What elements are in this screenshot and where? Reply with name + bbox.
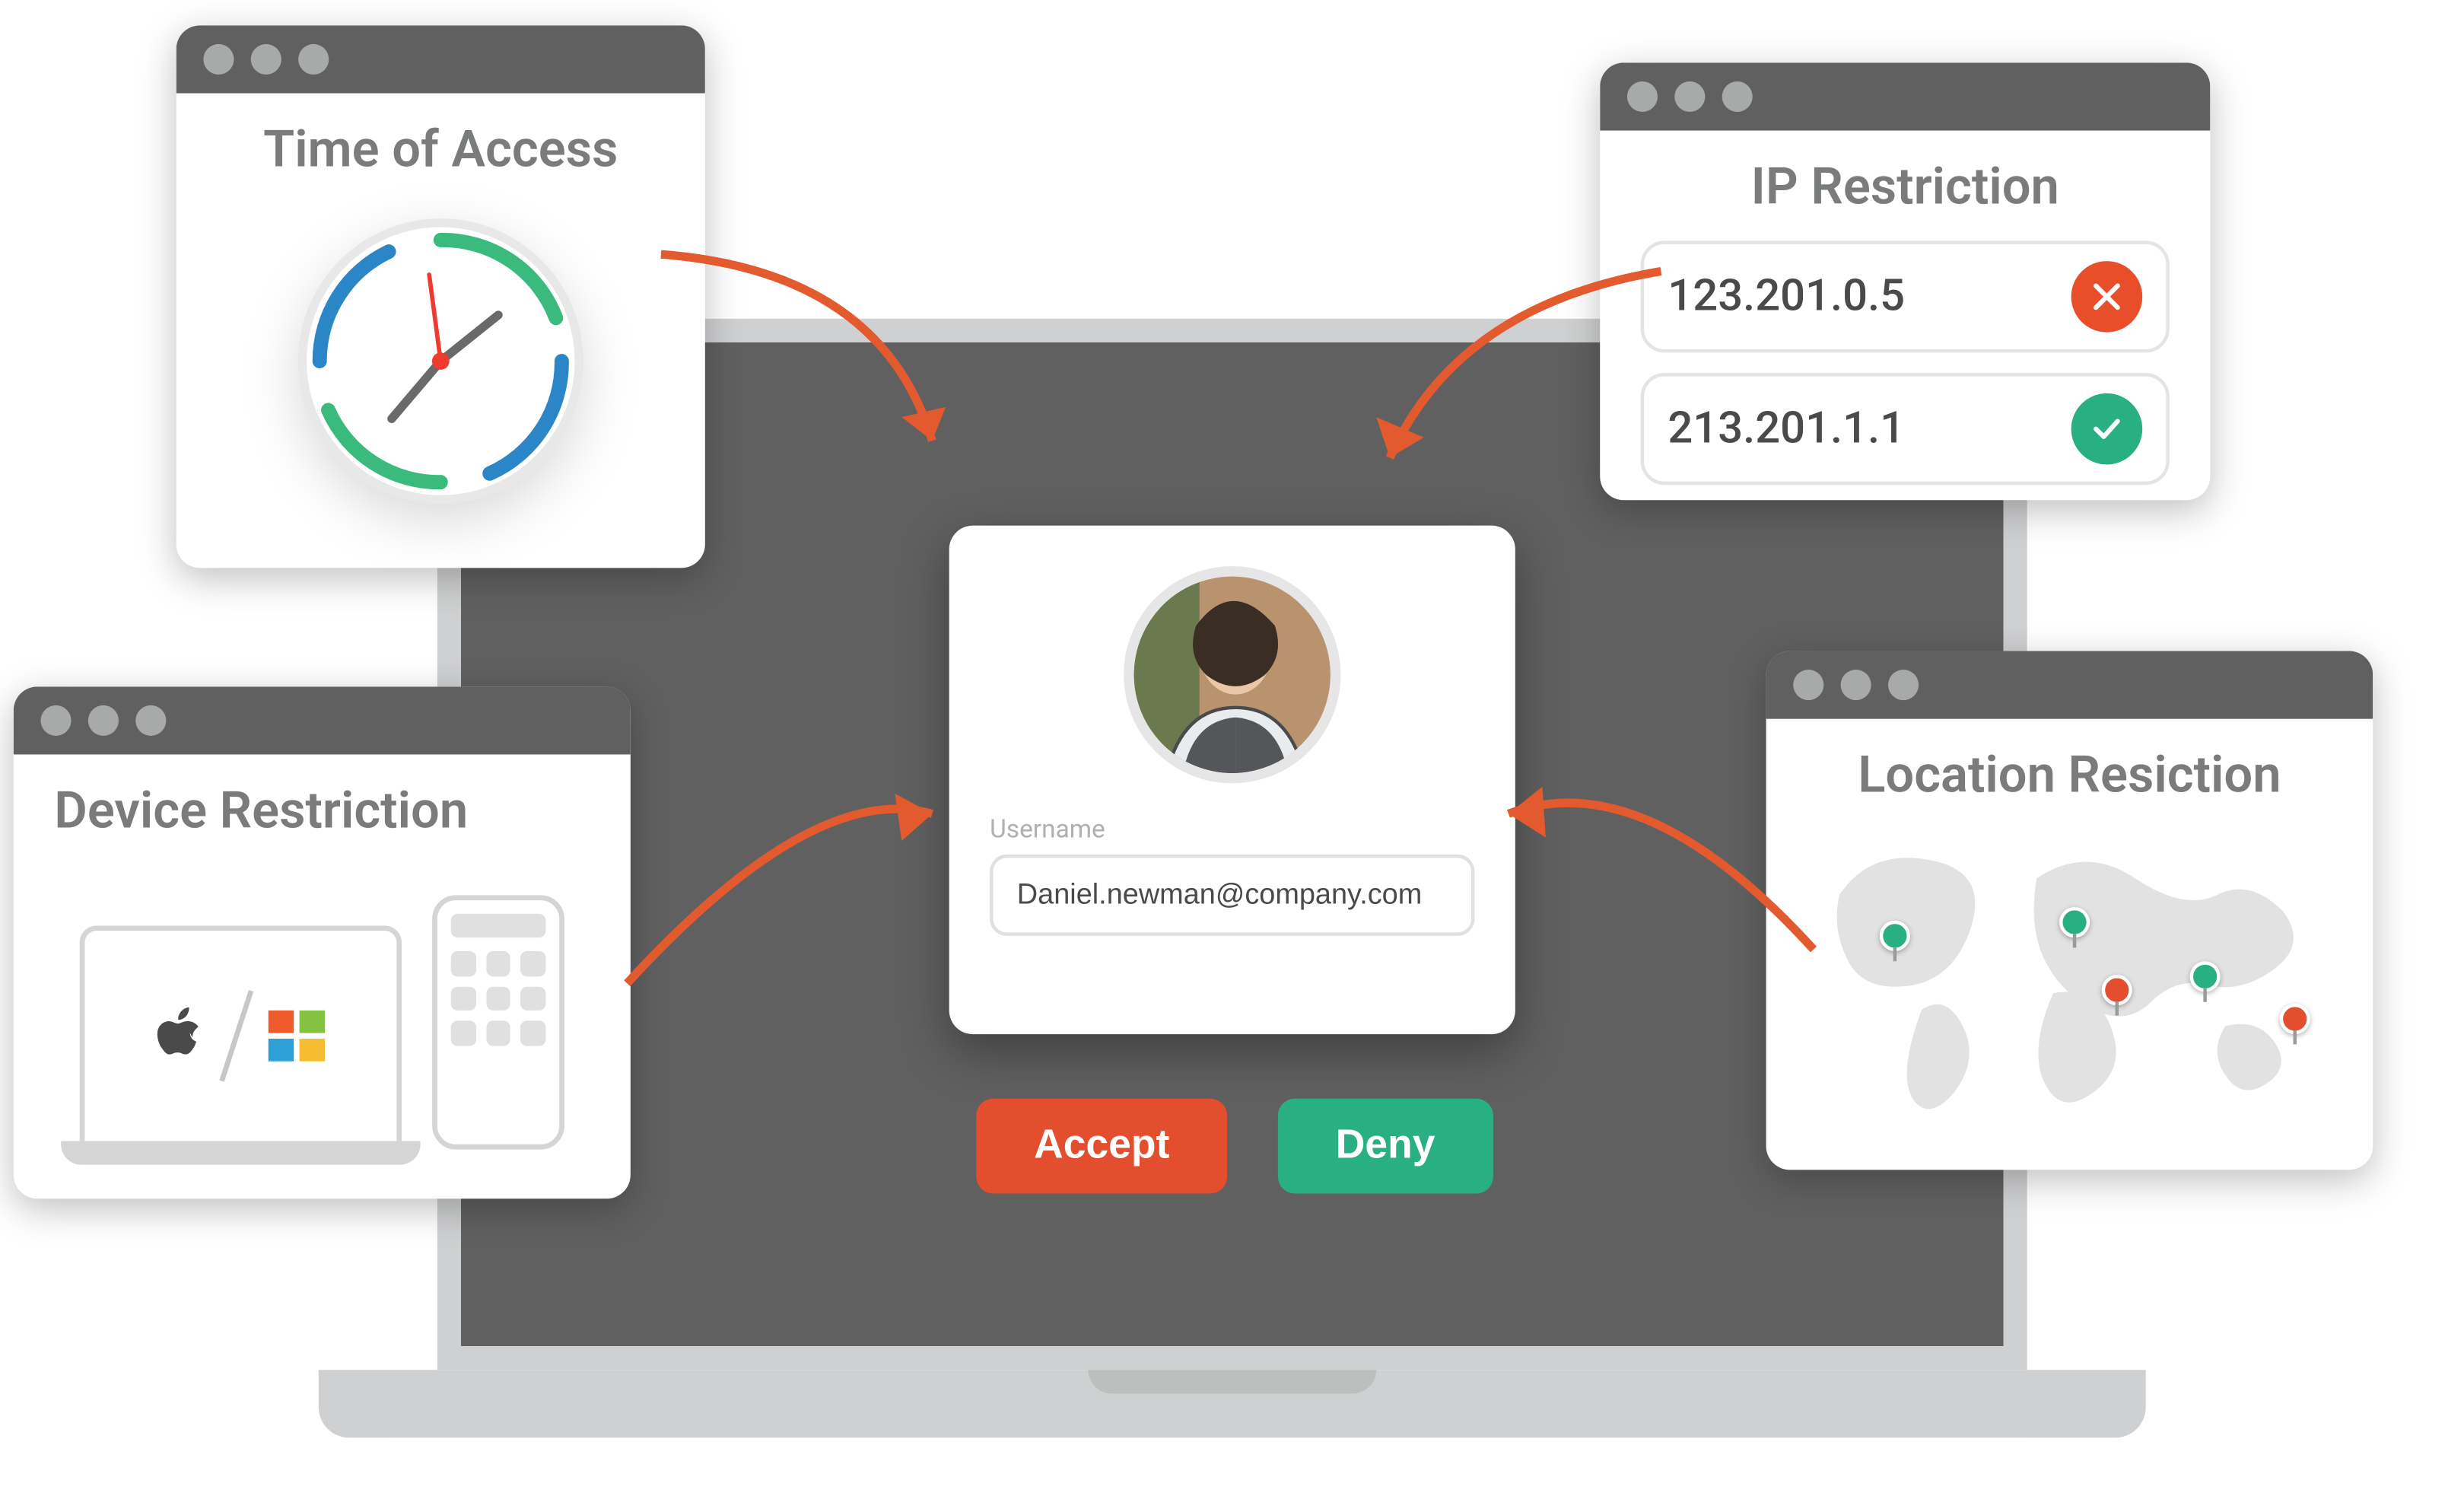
- titlebar: [1600, 62, 2210, 130]
- cross-icon: [2088, 278, 2125, 315]
- window-dot: [1722, 81, 1753, 112]
- window-dot: [1674, 81, 1705, 112]
- avatar: [1124, 566, 1340, 783]
- panel-location-restriction: Location Resiction: [1766, 651, 2373, 1170]
- panel-device-restriction: Device Restriction: [14, 686, 631, 1198]
- window-dot: [1793, 670, 1823, 700]
- username-input[interactable]: [990, 855, 1474, 936]
- deny-button[interactable]: Deny: [1278, 1099, 1493, 1194]
- panel-title: Device Restriction: [54, 781, 590, 841]
- window-dot: [251, 44, 281, 75]
- user-card: Username: [949, 526, 1515, 1034]
- ip-entry: 123.201.0.5: [1641, 240, 2170, 352]
- panel-title: Time of Access: [217, 120, 664, 180]
- ip-address: 213.201.1.1: [1668, 403, 1905, 454]
- window-dot: [135, 705, 166, 736]
- ip-entry: 213.201.1.1: [1641, 373, 2170, 485]
- ip-address: 123.201.0.5: [1668, 271, 1905, 322]
- titlebar: [14, 686, 631, 754]
- apple-icon: [151, 1002, 209, 1070]
- divider: [218, 990, 253, 1082]
- laptop-notch: [1088, 1370, 1376, 1393]
- panel-time-of-access: Time of Access: [176, 25, 705, 568]
- clock-icon: [297, 217, 585, 505]
- device-phone-icon: [432, 895, 564, 1149]
- panel-title: Location Resiction: [1807, 746, 2332, 805]
- allow-badge: [2071, 393, 2143, 465]
- accept-button[interactable]: Accept: [976, 1099, 1227, 1194]
- window-dot: [1888, 670, 1919, 700]
- window-dot: [203, 44, 234, 75]
- window-dot: [40, 705, 71, 736]
- check-icon: [2088, 410, 2125, 447]
- windows-icon: [262, 1002, 329, 1070]
- window-dot: [1841, 670, 1871, 700]
- window-dot: [88, 705, 119, 736]
- deny-badge: [2071, 261, 2143, 333]
- window-dot: [298, 44, 329, 75]
- titlebar: [176, 25, 705, 93]
- device-laptop-icon: [80, 925, 402, 1146]
- panel-ip-restriction: IP Restriction 123.201.0.5 213.201.1.1: [1600, 62, 2210, 500]
- location-pin-deny: [2101, 974, 2132, 1004]
- world-map: [1807, 829, 2332, 1131]
- panel-title: IP Restriction: [1641, 158, 2170, 217]
- username-label: Username: [990, 813, 1105, 844]
- titlebar: [1766, 651, 2373, 719]
- window-dot: [1627, 81, 1658, 112]
